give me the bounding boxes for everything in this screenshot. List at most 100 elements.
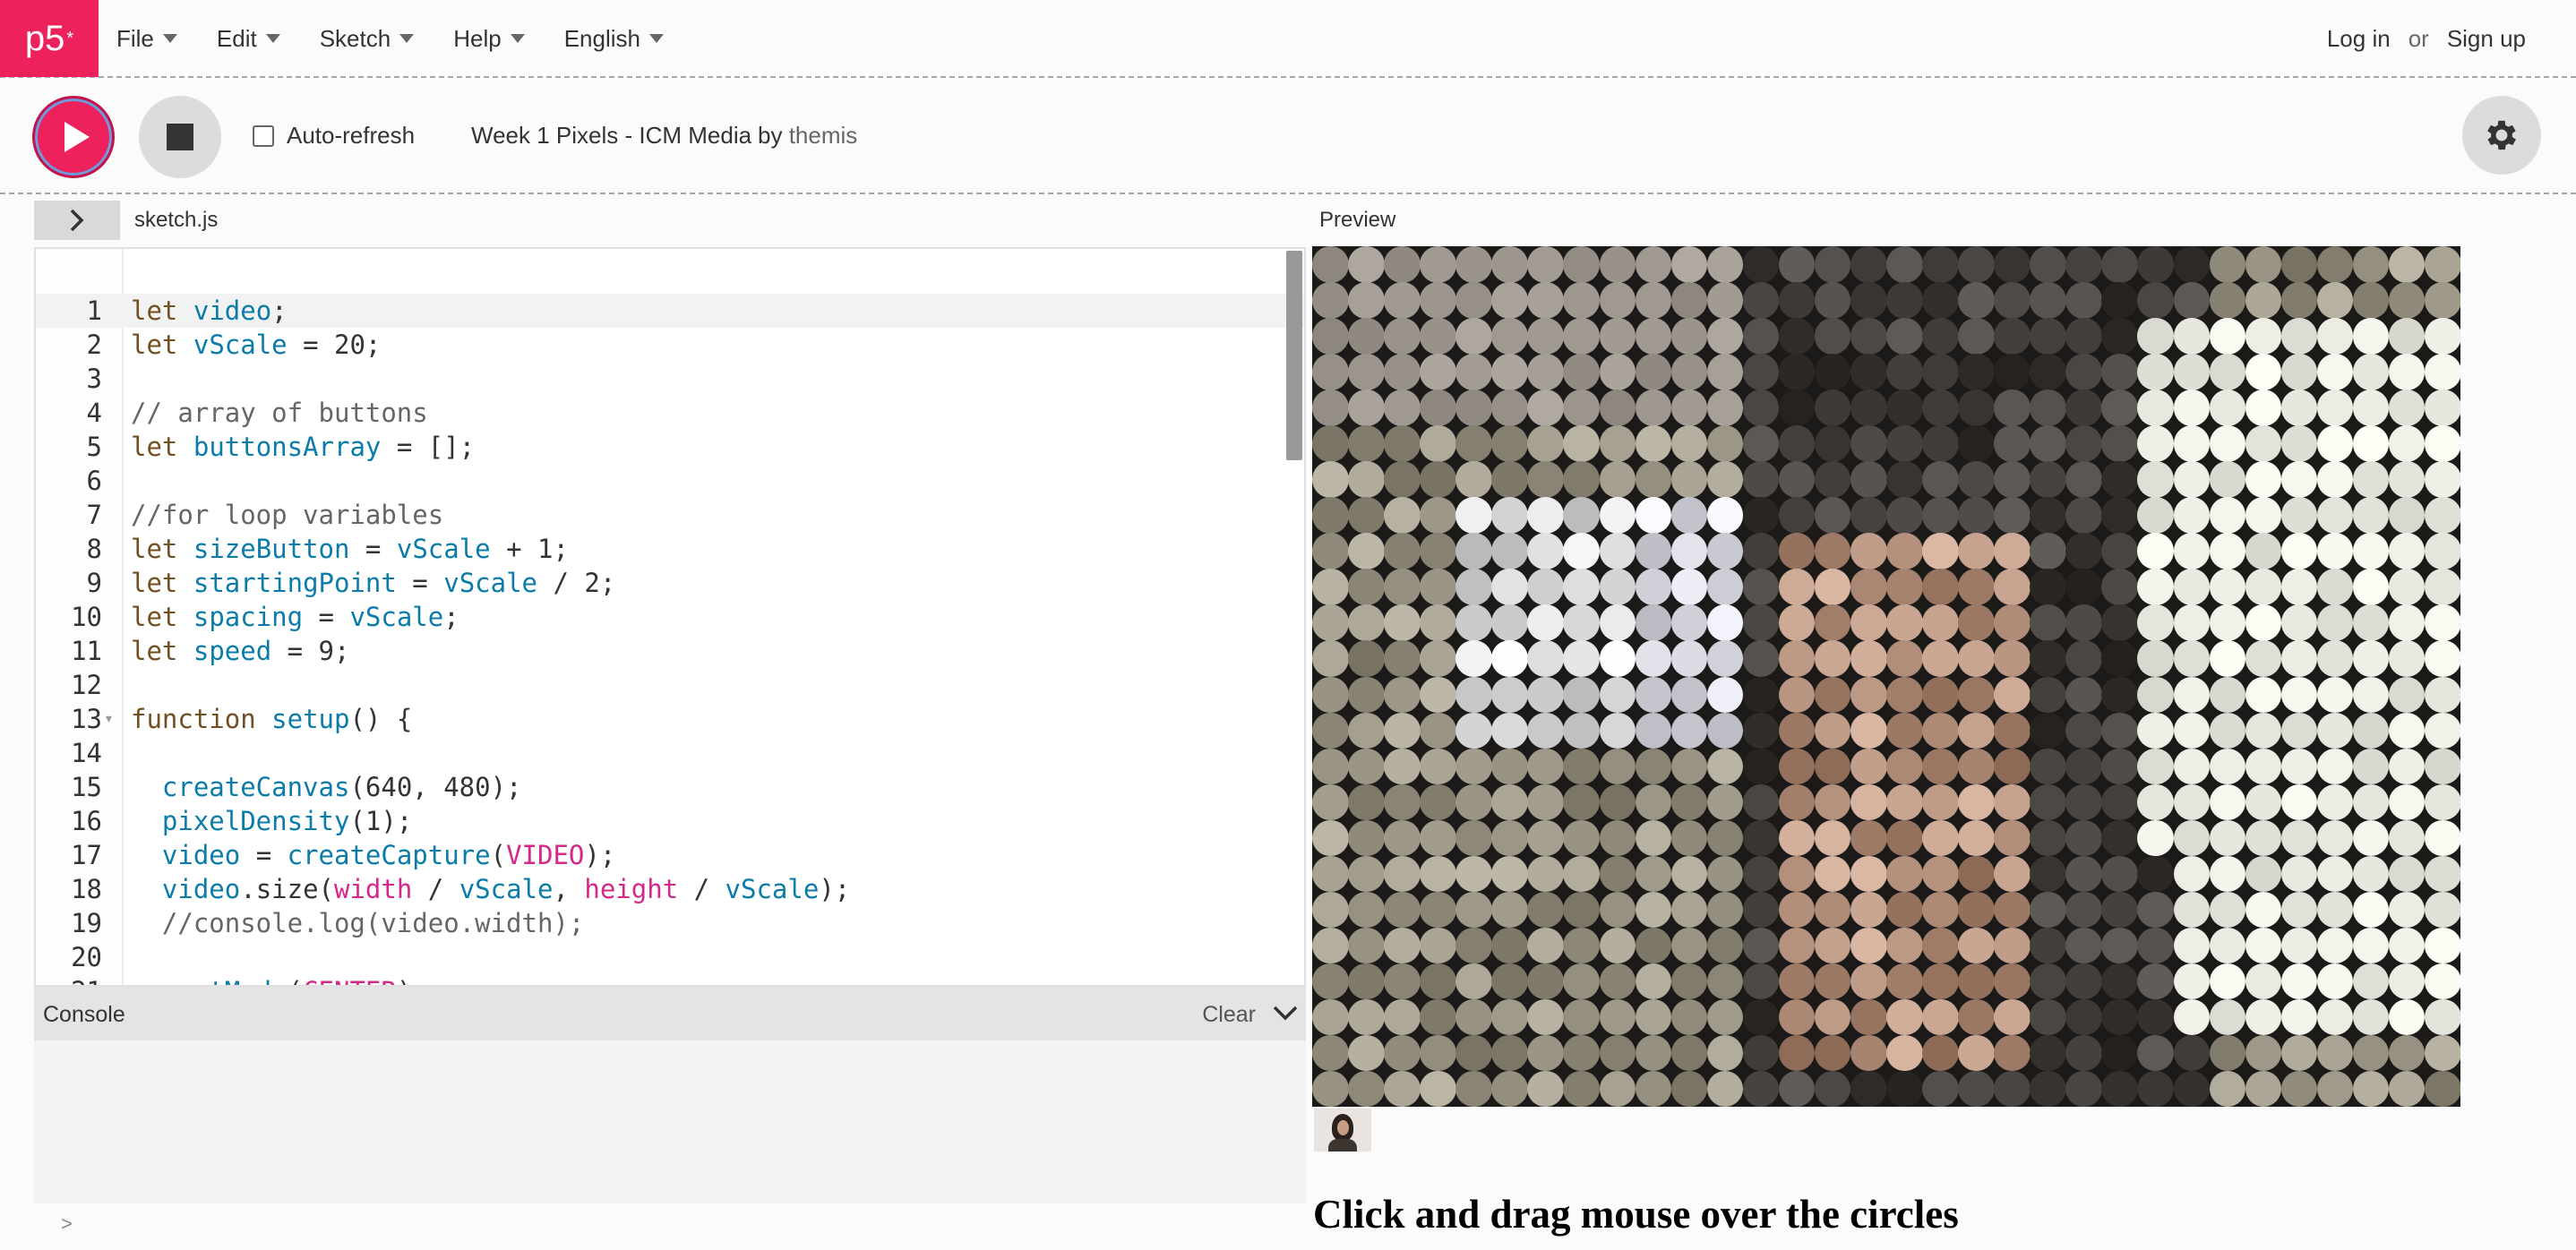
pixel-circle[interactable] [1958, 390, 1995, 426]
pixel-circle[interactable] [1814, 963, 1851, 1000]
pixel-circle[interactable] [2352, 927, 2390, 964]
pixel-circle[interactable] [1706, 497, 1744, 534]
pixel-circle[interactable] [1563, 246, 1600, 283]
pixel-circle[interactable] [1312, 1070, 1349, 1107]
pixel-circle[interactable] [2173, 604, 2211, 641]
pixel-circle[interactable] [2101, 748, 2138, 785]
pixel-circle[interactable] [1706, 354, 1744, 390]
pixel-circle[interactable] [2173, 354, 2211, 390]
pixel-circle[interactable] [1886, 891, 1923, 929]
pixel-circle[interactable] [2209, 533, 2246, 569]
pixel-circle[interactable] [2388, 497, 2426, 534]
pixel-circle[interactable] [1886, 497, 1923, 534]
code-line[interactable]: 15 createCanvas(640, 480); [36, 770, 1304, 804]
pixel-circle[interactable] [1563, 927, 1600, 964]
pixel-circle[interactable] [2173, 855, 2211, 893]
pixel-circle[interactable] [1742, 855, 1780, 893]
pixel-circle[interactable] [2245, 998, 2282, 1036]
pixel-circle[interactable] [2101, 246, 2138, 283]
pixel-circle[interactable] [1563, 819, 1600, 857]
pixel-circle[interactable] [2245, 712, 2282, 749]
pixel-circle[interactable] [1348, 390, 1385, 426]
pixel-circle[interactable] [1635, 712, 1672, 749]
pixel-circle[interactable] [1420, 604, 1456, 641]
pixel-circle[interactable] [1778, 748, 1816, 785]
pixel-circle[interactable] [1778, 318, 1816, 355]
pixel-circle[interactable] [2316, 390, 2354, 426]
pixel-circle[interactable] [2245, 569, 2282, 605]
pixel-circle[interactable] [1742, 569, 1780, 605]
pixel-circle[interactable] [2245, 855, 2282, 893]
pixel-circle[interactable] [1384, 963, 1421, 1000]
pixel-circle[interactable] [1635, 1034, 1672, 1072]
pixel-circle[interactable] [1312, 998, 1349, 1036]
pixel-circle[interactable] [1455, 783, 1492, 821]
pixel-circle[interactable] [2424, 461, 2460, 498]
pixel-circle[interactable] [1635, 855, 1672, 893]
pixel-circle[interactable] [2388, 318, 2426, 355]
pixel-circle[interactable] [2352, 748, 2390, 785]
pixel-circle[interactable] [2316, 748, 2354, 785]
pixel-circle[interactable] [2424, 927, 2460, 964]
pixel-circle[interactable] [2280, 497, 2318, 534]
pixel-circle[interactable] [1384, 712, 1421, 749]
pixel-circle[interactable] [1420, 569, 1456, 605]
pixel-circle[interactable] [1420, 963, 1456, 1000]
pixel-circle[interactable] [1706, 676, 1744, 714]
pixel-circle[interactable] [2352, 282, 2390, 319]
pixel-circle[interactable] [2209, 783, 2246, 821]
pixel-circle[interactable] [2316, 425, 2354, 462]
pixel-circle[interactable] [1742, 246, 1780, 283]
pixel-circle[interactable] [1778, 1034, 1816, 1072]
pixel-circle[interactable] [1491, 927, 1528, 964]
pixel-circle[interactable] [1706, 819, 1744, 857]
pixel-circle[interactable] [1850, 748, 1887, 785]
pixel-circle[interactable] [1348, 533, 1385, 569]
pixel-circle[interactable] [1922, 998, 1959, 1036]
menu-sketch[interactable]: Sketch [320, 25, 415, 53]
pixel-circle[interactable] [2352, 998, 2390, 1036]
pixel-circle[interactable] [2424, 569, 2460, 605]
pixel-circle[interactable] [1850, 282, 1887, 319]
pixel-circle[interactable] [1670, 604, 1708, 641]
pixel-circle[interactable] [1670, 676, 1708, 714]
pixel-circle[interactable] [2137, 855, 2174, 893]
pixel-circle[interactable] [2101, 927, 2138, 964]
pixel-circle[interactable] [1455, 855, 1492, 893]
pixel-circle[interactable] [2245, 819, 2282, 857]
pixel-circle[interactable] [1958, 425, 1995, 462]
pixel-circle[interactable] [1491, 712, 1528, 749]
pixel-circle[interactable] [2316, 819, 2354, 857]
pixel-circle[interactable] [2424, 748, 2460, 785]
pixel-circle[interactable] [2245, 963, 2282, 1000]
pixel-circle[interactable] [2280, 1070, 2318, 1107]
pixel-circle[interactable] [2173, 569, 2211, 605]
pixel-circle[interactable] [1670, 819, 1708, 857]
pixel-circle[interactable] [1670, 246, 1708, 283]
pixel-circle[interactable] [1814, 354, 1851, 390]
pixel-circle[interactable] [1850, 819, 1887, 857]
pixel-circle[interactable] [1778, 569, 1816, 605]
pixel-circle[interactable] [1348, 712, 1385, 749]
sketch-canvas[interactable] [1312, 246, 2460, 1107]
pixel-circle[interactable] [2065, 246, 2102, 283]
pixel-circle[interactable] [1814, 604, 1851, 641]
pixel-circle[interactable] [2209, 318, 2246, 355]
pixel-circle[interactable] [2316, 998, 2354, 1036]
pixel-circle[interactable] [2316, 461, 2354, 498]
pixel-circle[interactable] [2388, 963, 2426, 1000]
pixel-circle[interactable] [1420, 497, 1456, 534]
pixel-circle[interactable] [1850, 676, 1887, 714]
pixel-circle[interactable] [1384, 1070, 1421, 1107]
menu-help[interactable]: Help [453, 25, 525, 53]
pixel-circle[interactable] [1670, 461, 1708, 498]
pixel-circle[interactable] [2424, 855, 2460, 893]
pixel-circle[interactable] [2424, 354, 2460, 390]
pixel-circle[interactable] [2388, 1070, 2426, 1107]
pixel-circle[interactable] [1850, 891, 1887, 929]
pixel-circle[interactable] [1850, 604, 1887, 641]
pixel-circle[interactable] [2424, 533, 2460, 569]
pixel-circle[interactable] [1778, 676, 1816, 714]
pixel-circle[interactable] [1706, 569, 1744, 605]
pixel-circle[interactable] [1527, 497, 1564, 534]
